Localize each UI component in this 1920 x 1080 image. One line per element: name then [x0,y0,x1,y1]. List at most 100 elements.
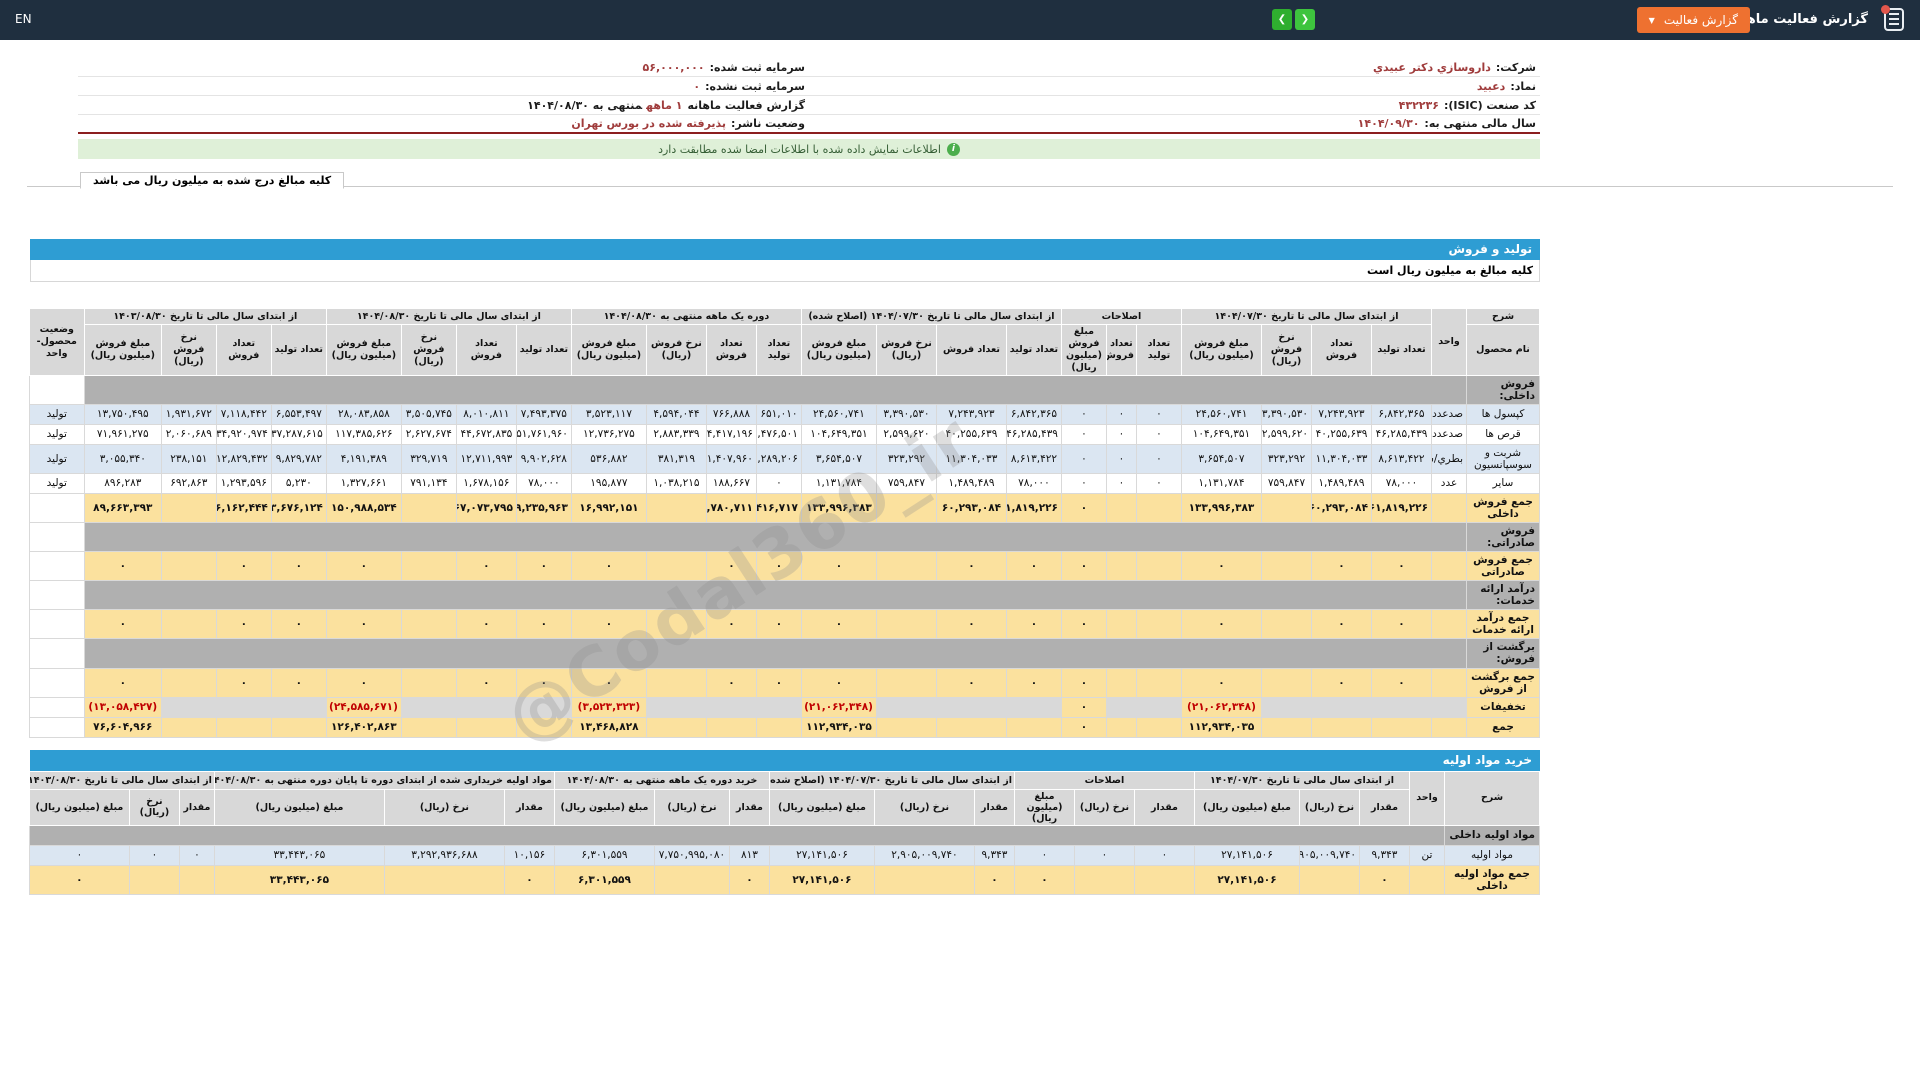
value-cell: ۰ [83,550,162,582]
column-group-header: واحد [1409,770,1445,826]
company-info-row: کد صنعت (ISIC): ۴۳۲۲۳۶ گزارش فعالیت ماهان… [78,96,1540,115]
field-label: سرمایه ثبت نشده: [705,79,805,93]
field-value: ۵۶,۰۰۰,۰۰۰ [642,60,705,74]
value-cell [215,696,272,718]
fiscal-year-end-field: سال مالی منتهی به: ۱۴۰۴/۰۹/۳۰ [809,117,1540,130]
value-cell: ۱۳۳,۹۹۶,۳۸۳ [800,492,877,523]
value-cell: ۴۶,۲۸۵,۴۳۹ [1005,423,1062,445]
next-report-button[interactable]: ❯ [1295,9,1315,30]
column-header: نرخ (ریال) [1299,788,1360,826]
value-cell: ۰ [570,667,647,698]
product-status-cell [28,521,85,553]
section-label: فروش داخلی: [1466,374,1540,405]
value-cell: ۱۶,۹۹۲,۱۵۱ [570,492,647,523]
value-cell: ۰ [705,667,757,698]
row-label: جمع [1466,716,1540,738]
field-value: ۰ [693,79,701,93]
unit-cell [1431,609,1467,640]
value-cell: ۱۲,۷۳۶,۲۷۵ [570,423,647,445]
row-label: قرص ها [1466,423,1540,445]
product-status-cell: تولید [28,472,85,494]
value-cell: ۶۰,۲۹۳,۰۸۴ [1311,492,1372,523]
column-header: نرخ (ریال) [873,788,975,826]
value-cell: ۷۹۱,۱۳۴ [400,472,457,494]
field-label: کد صنعت (ISIC): [1443,98,1536,112]
field-value: ۱۴۰۴/۰۹/۳۰ [1357,117,1420,130]
value-cell: ۸۱۳ [728,844,770,866]
row-label: کپسول ها [1466,403,1540,425]
column-header: نرخ فروش (ریال) [1261,324,1312,376]
value-cell: ۱۰,۱۵۶ [503,844,555,866]
product-status-cell [28,638,85,669]
product-status-cell [28,696,85,718]
column-header: مبلغ (میلیون ریال) [768,788,875,826]
value-cell: ۰ [1013,864,1075,895]
issuer-status-field: وضعیت ناشر: پذيرفته شده در بورس تهران [78,117,809,130]
value-cell: ۲,۶۲۷,۶۷۴ [400,423,457,445]
value-cell: ۸۹۶,۲۸۳ [83,472,162,494]
field-label: سال مالی منتهی به: [1424,117,1536,130]
app-logo-icon[interactable] [1881,5,1904,31]
value-cell: ۱۳,۴۶۸,۸۲۸ [570,716,647,738]
logo-red-dot [1881,5,1890,14]
value-cell [645,667,707,698]
value-cell: ۶,۸۴۲,۳۶۵ [1371,403,1432,425]
company-info-row: سال مالی منتهی به: ۱۴۰۴/۰۹/۳۰ وضعیت ناشر:… [78,115,1540,134]
value-cell: ۶,۳۰۱,۵۵۹ [553,864,655,895]
section-row: درآمد ارائه خدمات: [28,580,1540,611]
value-cell: ۷,۱۱۸,۴۴۲ [215,403,272,425]
column-group-header: از ابتدای سال مالی تا تاریخ ۱۴۰۴/۰۷/۳۰ (… [800,308,1062,325]
section-label: برگشت از فروش: [1466,638,1540,669]
value-cell: ۳,۳۹۰,۵۳۰ [875,403,937,425]
language-toggle[interactable]: EN [15,12,32,26]
value-cell [645,550,707,582]
value-cell [1311,696,1372,718]
value-cell [1135,667,1182,698]
section-row: مواد اولیه داخلی [28,824,1540,846]
column-header: مقدار [728,788,770,826]
value-cell: ۱۱۷,۳۸۵,۶۲۶ [325,423,402,445]
report-type-dropdown[interactable]: گزارش فعالیت ▼ [1636,7,1750,33]
tab-amounts-note[interactable]: کلیه مبالغ درج شده به میلیون ریال می باش… [80,172,345,189]
unit-cell: صدعددي [1431,403,1467,425]
value-cell: ۷,۴۹۳,۳۷۵ [515,403,572,425]
column-header: تعداد فروش [215,324,272,376]
column-group-header: از ابتدای سال مالی تا تاریخ ۱۴۰۴/۰۷/۳۰ [1193,770,1411,790]
product-status-cell: تولید [28,403,85,425]
value-cell: ۳,۲۹۲,۹۳۶,۶۸۸ [383,844,505,866]
product-status-cell [28,492,85,523]
value-cell: ۳,۶۵۴,۵۰۷ [800,443,877,474]
value-cell: ۰ [28,844,130,866]
value-cell: ۰ [800,609,877,640]
report-nav-buttons: ❮ ❯ [1272,9,1315,30]
value-cell: ۰ [1060,443,1107,474]
column-header: مبلغ فروش (میلیون ریال) [1180,324,1263,376]
section-label: فروش صادراتی: [1466,521,1540,553]
value-cell: ۰ [1060,403,1107,425]
company-name-field: شرکت: داروسازي دکتر عبيدي [809,61,1540,74]
value-cell: ۳۲۹,۷۱۹ [400,443,457,474]
column-header: مبلغ (میلیون ریال) [1013,788,1075,826]
value-cell [645,696,707,718]
value-cell: ۶۱,۸۱۹,۲۲۶ [1005,492,1062,523]
amounts-unit-note: کلیه مبالغ به میلیون ریال است [30,260,1540,282]
value-cell: ۰ [1060,472,1107,494]
section-row: فروش داخلی: [28,374,1540,405]
registered-capital-field: سرمایه ثبت شده: ۵۶,۰۰۰,۰۰۰ [78,61,809,74]
column-header: تعداد فروش [1105,324,1137,376]
value-cell: ۰ [935,667,1007,698]
value-cell [160,550,217,582]
value-cell [400,492,457,523]
value-cell [1261,667,1312,698]
field-value: ۱ ماهه [646,98,683,112]
table-cell [83,638,1468,669]
value-cell [1261,492,1312,523]
value-cell: ۳۷,۲۸۷,۶۱۵ [270,423,327,445]
column-header: مقدار [1133,788,1195,826]
field-value: ۴۳۲۲۳۶ [1398,98,1439,112]
previous-report-button[interactable]: ❮ [1272,9,1292,30]
value-cell: ۰ [755,550,802,582]
value-cell [875,550,937,582]
column-group-header: شرح [1466,308,1540,325]
value-cell [1105,667,1137,698]
